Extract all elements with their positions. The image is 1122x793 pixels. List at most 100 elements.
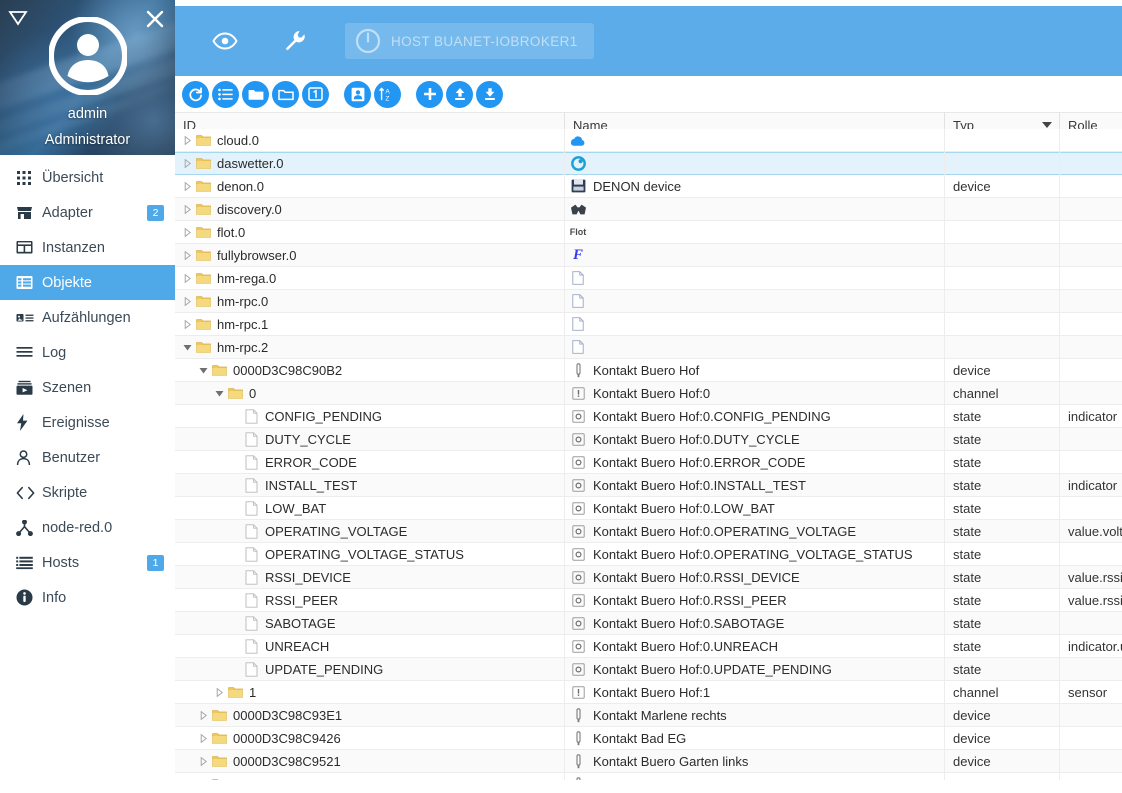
close-icon[interactable] [143, 7, 167, 31]
chevron-right-icon[interactable] [181, 250, 194, 260]
cell-typ: device [945, 358, 1060, 382]
chevron-right-icon[interactable] [197, 710, 210, 720]
cell-name: Kontakt Buero Garten links [565, 749, 945, 773]
chevron-right-icon[interactable] [181, 296, 194, 306]
host-selector-chip[interactable]: HOST BUANET-IOBROKER1 [345, 23, 594, 59]
wrench-icon[interactable] [275, 21, 315, 61]
folder-icon [194, 203, 213, 216]
sidebar-item-label: Aufzählungen [42, 309, 131, 326]
folder-icon [194, 157, 213, 170]
chevron-right-icon[interactable] [213, 687, 226, 697]
chevron-down-icon[interactable] [1042, 122, 1052, 128]
state-icon [567, 662, 589, 677]
table-row[interactable]: 0000D3C98C9521 Kontakt Buero Garten links… [175, 749, 1122, 773]
table-row[interactable]: RSSI_DEVICE Kontakt Buero Hof:0.RSSI_DEVI… [175, 565, 1122, 589]
menu-collapse-icon[interactable] [7, 7, 29, 29]
object-toolbar: A Z [175, 76, 1122, 112]
table-row[interactable]: ERROR_CODE Kontakt Buero Hof:0.ERROR_CODE… [175, 450, 1122, 474]
cell-name: Kontakt Buero Hof:0.CONFIG_PENDING [565, 404, 945, 428]
add-object-button[interactable] [416, 80, 443, 108]
objects-icon [16, 273, 42, 293]
table-row[interactable]: 0000D3C98C9426 Kontakt Bad EG device [175, 726, 1122, 750]
chevron-down-icon[interactable] [181, 343, 194, 352]
chevron-right-icon[interactable] [181, 319, 194, 329]
table-row[interactable]: 0000D3C98C90B2 Kontakt Buero Hof device [175, 358, 1122, 382]
folder-icon [210, 709, 229, 722]
table-row[interactable]: daswetter.0 [175, 152, 1122, 175]
sidebar-item-uebersicht[interactable]: Übersicht [0, 160, 175, 195]
scenes-play-icon [16, 378, 42, 398]
chevron-right-icon[interactable] [181, 181, 194, 191]
sidebar-item-info[interactable]: Info [0, 580, 175, 615]
cell-name [565, 129, 945, 152]
sidebar-item-skripte[interactable]: Skripte [0, 475, 175, 510]
table-row[interactable]: 0 Kontakt Buero Hof:0 channel [175, 381, 1122, 405]
cell-rolle [1060, 543, 1122, 566]
table-row[interactable]: hm-rega.0 [175, 266, 1122, 290]
table-row[interactable] [175, 772, 1122, 780]
expand-folders-button[interactable] [242, 80, 269, 108]
file-icon [242, 546, 261, 562]
export-button[interactable] [476, 80, 503, 108]
table-row[interactable]: OPERATING_VOLTAGE Kontakt Buero Hof:0.OPE… [175, 519, 1122, 543]
table-row[interactable]: hm-rpc.0 [175, 289, 1122, 313]
cell-id: ERROR_CODE [175, 450, 565, 474]
show-id-button[interactable] [344, 80, 371, 108]
import-button[interactable] [446, 80, 473, 108]
chevron-right-icon[interactable] [197, 779, 210, 780]
sort-az-button[interactable]: A Z [374, 80, 401, 108]
chevron-down-icon[interactable] [197, 366, 210, 375]
chevron-down-icon[interactable] [213, 389, 226, 398]
chevron-right-icon[interactable] [181, 227, 194, 237]
sidebar-item-label: Skripte [42, 484, 88, 501]
sidebar-item-objekte[interactable]: Objekte [0, 265, 175, 300]
cell-id: INSTALL_TEST [175, 473, 565, 497]
cell-name: Kontakt Buero Hof:0.RSSI_PEER [565, 588, 945, 612]
table-row[interactable]: cloud.0 [175, 129, 1122, 152]
profile-panel: admin Administrator [0, 0, 175, 155]
table-row[interactable]: INSTALL_TEST Kontakt Buero Hof:0.INSTALL_… [175, 473, 1122, 497]
sidebar-item-node-red[interactable]: node-red.0 [0, 510, 175, 545]
table-row[interactable]: fullybrowser.0 F [175, 243, 1122, 267]
table-row[interactable]: UPDATE_PENDING Kontakt Buero Hof:0.UPDATE… [175, 657, 1122, 681]
table-row[interactable]: UNREACH Kontakt Buero Hof:0.UNREACH state i… [175, 634, 1122, 658]
sidebar-item-adapter[interactable]: Adapter 2 [0, 195, 175, 230]
table-row[interactable]: hm-rpc.1 [175, 312, 1122, 336]
sidebar-item-aufzaehlungen[interactable]: Aufzählungen [0, 300, 175, 335]
eye-icon[interactable] [205, 21, 245, 61]
table-row[interactable]: DUTY_CYCLE Kontakt Buero Hof:0.DUTY_CYCLE… [175, 427, 1122, 451]
collapse-folders-button[interactable] [272, 80, 299, 108]
cell-typ: state [945, 611, 1060, 635]
cell-name: Kontakt Marlene rechts [565, 703, 945, 727]
sidebar-item-ereignisse[interactable]: Ereignisse [0, 405, 175, 440]
chevron-right-icon[interactable] [181, 273, 194, 283]
expand-all-button[interactable] [212, 80, 239, 108]
sidebar-item-log[interactable]: Log [0, 335, 175, 370]
grid-body[interactable]: cloud.0 daswetter.0 denon.0 DENON device dev… [175, 129, 1122, 780]
refresh-button[interactable] [182, 80, 209, 108]
table-row[interactable]: CONFIG_PENDING Kontakt Buero Hof:0.CONFIG… [175, 404, 1122, 428]
chevron-right-icon[interactable] [197, 733, 210, 743]
table-row[interactable]: discovery.0 [175, 197, 1122, 221]
expand-one-level-button[interactable] [302, 80, 329, 108]
table-row[interactable]: flot.0 Flot [175, 220, 1122, 244]
chevron-right-icon[interactable] [181, 159, 194, 168]
table-row[interactable]: RSSI_PEER Kontakt Buero Hof:0.RSSI_PEER st… [175, 588, 1122, 612]
sidebar-item-instanzen[interactable]: Instanzen [0, 230, 175, 265]
sidebar-item-szenen[interactable]: Szenen [0, 370, 175, 405]
grid-dots-icon [16, 168, 42, 188]
table-row[interactable]: 1 Kontakt Buero Hof:1 channel sensor [175, 680, 1122, 704]
table-row[interactable]: LOW_BAT Kontakt Buero Hof:0.LOW_BAT state [175, 496, 1122, 520]
lines-icon [16, 343, 42, 363]
sidebar-item-benutzer[interactable]: Benutzer [0, 440, 175, 475]
app-topbar: HOST BUANET-IOBROKER1 [175, 6, 1122, 76]
sidebar-item-hosts[interactable]: Hosts 1 [0, 545, 175, 580]
table-row[interactable]: SABOTAGE Kontakt Buero Hof:0.SABOTAGE stat… [175, 611, 1122, 635]
table-row[interactable]: 0000D3C98C93E1 Kontakt Marlene rechts devi… [175, 703, 1122, 727]
table-row[interactable]: OPERATING_VOLTAGE_STATUS Kontakt Buero Ho… [175, 542, 1122, 566]
table-row[interactable]: hm-rpc.2 [175, 335, 1122, 359]
chevron-right-icon[interactable] [181, 204, 194, 214]
table-row[interactable]: denon.0 DENON device device [175, 174, 1122, 198]
chevron-right-icon[interactable] [197, 756, 210, 766]
chevron-right-icon[interactable] [181, 135, 194, 145]
